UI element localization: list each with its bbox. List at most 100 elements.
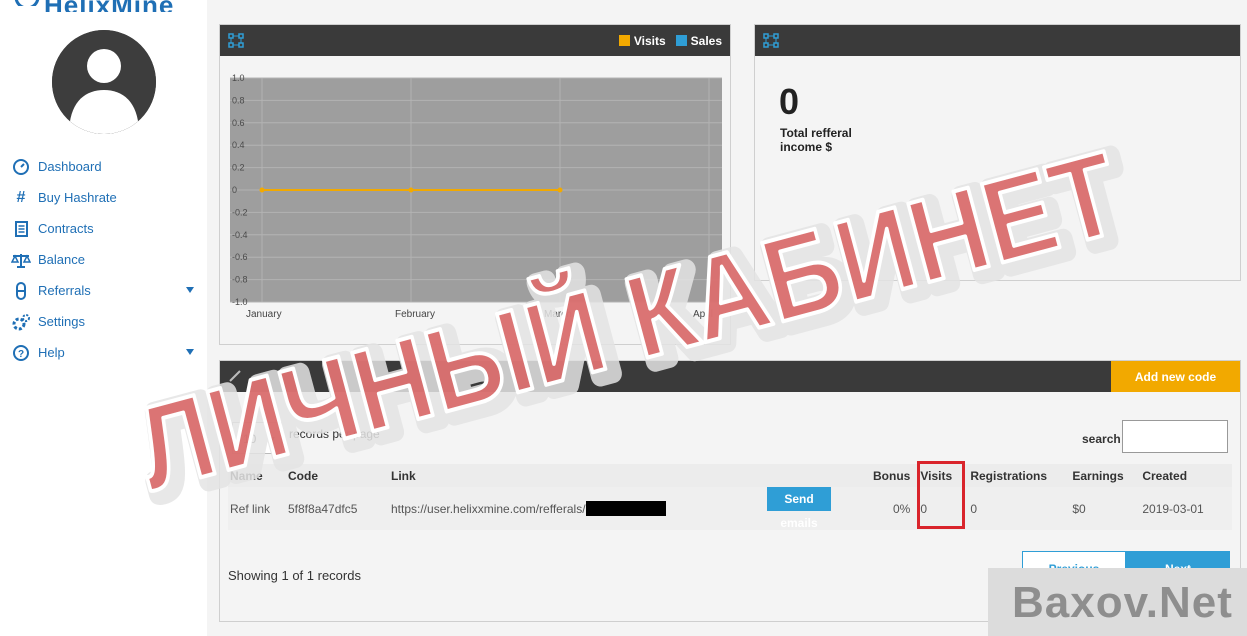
sidebar-item-label: Help (38, 345, 65, 360)
data-point (259, 187, 265, 193)
records-per-page-label: records per page (289, 427, 380, 441)
sidebar-item-label: Settings (38, 314, 85, 329)
chevron-down-icon[interactable] (186, 349, 194, 355)
y-tick-label: -0.2 (232, 207, 248, 217)
sidebar-item-label: Contracts (38, 221, 94, 236)
user-silhouette-icon (52, 30, 156, 134)
codes-panel-header: Add new code (220, 361, 1240, 392)
line-chart: 1.0 0.8 0.6 0.4 0.2 0 -0.2 -0.4 -0.6 -0.8 -1.0 Janu… (230, 73, 722, 320)
column-header (765, 464, 871, 487)
column-header[interactable]: Earnings (1070, 464, 1141, 487)
x-tick-label: March (544, 309, 572, 320)
referral-table: Name Code Link Bonus Visits Registration… (228, 464, 1232, 530)
legend-label: Visits (633, 34, 666, 48)
add-new-code-button[interactable]: Add new code (1111, 361, 1240, 392)
legend-swatch-sales (675, 35, 687, 46)
legend-swatch-visits (618, 35, 630, 46)
cell-earnings: $0 (1070, 487, 1141, 530)
sidebar-item-label: Balance (38, 252, 85, 267)
cell-registrations: 0 (968, 487, 1071, 530)
cell-bonus: 0% (871, 487, 919, 530)
scales-icon (8, 249, 34, 271)
cell-visits: 0 (918, 487, 969, 530)
legend-label: Sales (690, 34, 722, 48)
table-header-row: Name Code Link Bonus Visits Registration… (228, 464, 1232, 487)
sidebar-menu: Dashboard # Buy Hashrate Contracts Balan… (8, 151, 200, 368)
helix-logo-icon (14, 0, 40, 6)
dashboard-icon (8, 156, 34, 178)
site-watermark-text: Baxov.Net (1012, 578, 1233, 627)
chevron-down-icon[interactable] (186, 287, 194, 293)
avatar[interactable] (52, 30, 156, 134)
y-tick-label: 0.6 (232, 118, 245, 128)
column-header[interactable]: Code (286, 464, 389, 487)
sidebar: HelixMine Dashboard # Buy Hashrate Contr… (0, 0, 207, 636)
chart-legend: Visits Sales (618, 34, 722, 48)
column-header[interactable]: Link (389, 464, 765, 487)
x-tick-label: April (693, 309, 713, 320)
sidebar-item-referrals[interactable]: Referrals (8, 275, 200, 306)
cell-created: 2019-03-01 (1140, 487, 1232, 530)
chevron-down-icon (269, 437, 275, 442)
x-tick-label: February (395, 309, 435, 320)
x-tick-label: January (246, 309, 282, 320)
sidebar-item-contracts[interactable]: Contracts (8, 213, 200, 244)
cell-name: Ref link (228, 487, 286, 530)
hash-icon: # (16, 188, 26, 206)
column-header[interactable]: Visits (918, 464, 969, 487)
sidebar-item-dashboard[interactable]: Dashboard (8, 151, 200, 182)
svg-text:?: ? (18, 349, 24, 360)
search-input[interactable] (1122, 420, 1228, 453)
y-tick-label: 0 (232, 185, 237, 195)
y-tick-label: -0.8 (232, 275, 248, 285)
sidebar-item-balance[interactable]: Balance (8, 244, 200, 275)
site-watermark: Baxov.Net (988, 568, 1247, 636)
network-icon (228, 33, 244, 48)
data-point (408, 187, 414, 193)
y-tick-label: 0.8 (232, 95, 245, 105)
cell-code: 5f8f8a47dfc5 (286, 487, 389, 530)
brand-name: HelixMine (44, 0, 174, 12)
records-summary: Showing 1 of 1 records (228, 568, 361, 583)
sidebar-item-label: Buy Hashrate (38, 190, 117, 205)
y-tick-label: 1.0 (232, 73, 245, 83)
legend-item-sales[interactable]: Sales (675, 34, 722, 48)
column-header[interactable]: Name (228, 464, 286, 487)
referral-income-panel: 0 Total refferal income $ (754, 24, 1241, 281)
chart-panel-header: Visits Sales (220, 25, 730, 56)
network-icon (763, 33, 779, 48)
table-row: Ref link 5f8f8a47dfc5 https://user.helix… (228, 487, 1232, 530)
sidebar-item-settings[interactable]: Settings (8, 306, 200, 337)
referral-link-text[interactable]: https://user.helixxmine.com/refferals/ (391, 502, 586, 516)
send-emails-button[interactable]: Send emails (767, 487, 831, 530)
legend-item-visits[interactable]: Visits (618, 34, 666, 48)
referrals-icon (8, 280, 34, 302)
sidebar-item-help[interactable]: ? Help (8, 337, 200, 368)
help-icon: ? (8, 342, 34, 364)
data-point (557, 187, 563, 193)
records-per-page-select[interactable]: 10 (232, 422, 282, 454)
cell-link[interactable]: https://user.helixxmine.com/refferals/ (389, 487, 765, 530)
visits-sales-chart-panel: Visits Sales 1.0 0.8 0.6 0.4 0.2 0 -0.2 -0.4 -0.… (219, 24, 731, 345)
income-panel-header (755, 25, 1240, 56)
total-income-label: Total refferal income $ (780, 126, 852, 154)
redacted-block (585, 501, 666, 516)
gears-icon (8, 311, 34, 333)
sidebar-item-label: Dashboard (38, 159, 102, 174)
sidebar-item-buy-hashrate[interactable]: # Buy Hashrate (8, 182, 200, 213)
y-tick-label: -0.6 (232, 252, 248, 262)
sidebar-item-label: Referrals (38, 283, 91, 298)
contract-icon (8, 218, 34, 240)
y-tick-label: 0.2 (232, 163, 245, 173)
y-tick-label: -1.0 (232, 297, 248, 307)
column-header[interactable]: Created (1140, 464, 1232, 487)
link-icon (229, 370, 241, 382)
cell-actions: Send emails (765, 487, 871, 530)
y-tick-label: 0.4 (232, 140, 245, 150)
column-header[interactable]: Bonus (871, 464, 919, 487)
y-tick-label: -0.4 (232, 230, 248, 240)
brand-logo[interactable]: HelixMine (14, 0, 189, 12)
search-label: search (1082, 432, 1121, 446)
column-header[interactable]: Registrations (968, 464, 1071, 487)
records-per-page-value: 10 (243, 432, 257, 446)
